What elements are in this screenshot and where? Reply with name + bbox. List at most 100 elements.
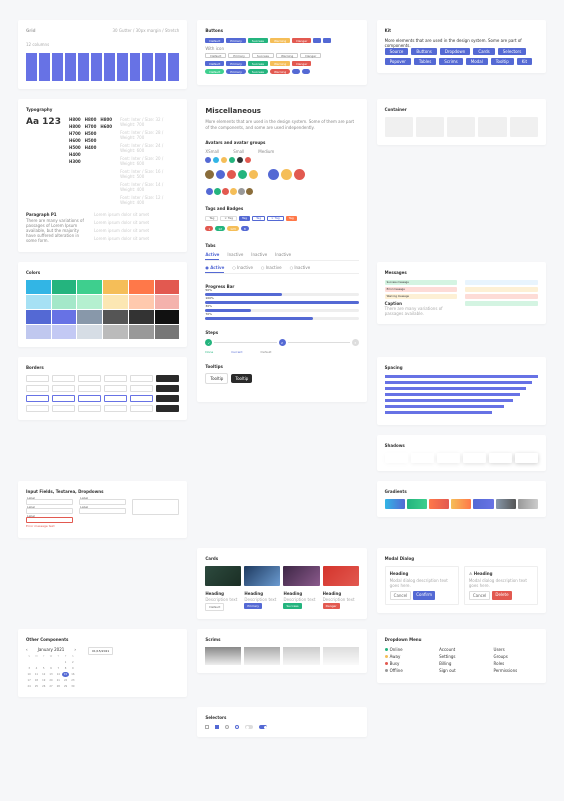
- color-swatch[interactable]: [129, 280, 154, 294]
- color-swatch[interactable]: [26, 325, 51, 339]
- button[interactable]: Primary: [228, 53, 250, 58]
- color-swatch[interactable]: [155, 310, 180, 324]
- color-swatch[interactable]: [129, 310, 154, 324]
- color-swatch[interactable]: [103, 280, 128, 294]
- card-image[interactable]: [283, 566, 319, 586]
- cal-day[interactable]: 25: [33, 684, 39, 689]
- step-dot[interactable]: ✓: [205, 339, 212, 346]
- tab[interactable]: Active: [205, 252, 219, 260]
- step-dot[interactable]: 3: [352, 339, 359, 346]
- button[interactable]: Warning: [270, 38, 290, 43]
- cal-day[interactable]: 26: [41, 684, 47, 689]
- cal-day[interactable]: 16: [70, 672, 76, 677]
- kit-chip[interactable]: Modal: [466, 58, 488, 65]
- radio-empty[interactable]: [225, 725, 229, 729]
- dropdown-item[interactable]: Sign out: [439, 668, 483, 673]
- tab[interactable]: Inactive: [275, 252, 291, 260]
- button[interactable]: [313, 38, 321, 43]
- tab[interactable]: ○ Inactive: [261, 265, 282, 273]
- date-input[interactable]: 01/15/2021: [88, 647, 113, 655]
- color-swatch[interactable]: [155, 280, 180, 294]
- kit-chip[interactable]: Scrims: [439, 58, 462, 65]
- color-swatch[interactable]: [52, 325, 77, 339]
- button[interactable]: Default: [205, 69, 224, 74]
- cal-day[interactable]: 3: [26, 666, 32, 671]
- color-swatch[interactable]: [52, 280, 77, 294]
- cal-day[interactable]: 12: [41, 672, 47, 677]
- button[interactable]: Success: [248, 61, 268, 66]
- cal-day[interactable]: [55, 660, 61, 665]
- cal-day[interactable]: 24: [26, 684, 32, 689]
- card-image[interactable]: [323, 566, 359, 586]
- dropdown-item[interactable]: Busy: [385, 661, 429, 666]
- text-input[interactable]: Label: [26, 517, 73, 523]
- cal-day[interactable]: 28: [55, 684, 61, 689]
- button[interactable]: Danger: [300, 53, 321, 58]
- color-swatch[interactable]: [129, 295, 154, 309]
- button[interactable]: Default: [205, 53, 226, 58]
- kit-chip[interactable]: Tables: [414, 58, 436, 65]
- cal-day[interactable]: [41, 660, 47, 665]
- cal-day[interactable]: 27: [48, 684, 54, 689]
- button[interactable]: Warning: [270, 61, 290, 66]
- tag[interactable]: 12: [215, 226, 225, 231]
- color-swatch[interactable]: [103, 325, 128, 339]
- button[interactable]: Primary: [226, 61, 246, 66]
- cal-day[interactable]: 14: [55, 672, 61, 677]
- kit-chip[interactable]: Tooltip: [491, 58, 514, 65]
- color-swatch[interactable]: [52, 295, 77, 309]
- kit-chip[interactable]: Buttons: [411, 48, 436, 55]
- button[interactable]: Warning: [276, 53, 298, 58]
- tag[interactable]: × Tag: [267, 216, 284, 221]
- tab[interactable]: ● Active: [205, 265, 224, 273]
- kit-chip[interactable]: Source: [385, 48, 409, 55]
- cal-day[interactable]: 2: [70, 660, 76, 665]
- tab[interactable]: Inactive: [227, 252, 243, 260]
- cal-day[interactable]: 11: [33, 672, 39, 677]
- button[interactable]: [292, 69, 300, 74]
- color-swatch[interactable]: [103, 310, 128, 324]
- cal-day[interactable]: 29: [62, 684, 68, 689]
- color-swatch[interactable]: [77, 295, 102, 309]
- tag[interactable]: 1: [205, 226, 213, 231]
- cal-day[interactable]: 5: [41, 666, 47, 671]
- kit-chip[interactable]: Dropdown: [440, 48, 470, 55]
- cal-day[interactable]: 19: [41, 678, 47, 683]
- tag[interactable]: Tag: [239, 216, 250, 221]
- color-swatch[interactable]: [155, 325, 180, 339]
- toggle-on[interactable]: [259, 725, 267, 729]
- color-swatch[interactable]: [26, 295, 51, 309]
- cal-day[interactable]: 17: [26, 678, 32, 683]
- button[interactable]: [302, 69, 310, 74]
- color-swatch[interactable]: [26, 280, 51, 294]
- tag[interactable]: 123: [227, 226, 239, 231]
- cal-day[interactable]: [26, 660, 32, 665]
- color-swatch[interactable]: [52, 310, 77, 324]
- modal-button[interactable]: Cancel: [390, 591, 412, 600]
- cal-day[interactable]: 30: [70, 684, 76, 689]
- dropdown-item[interactable]: Roles: [494, 661, 538, 666]
- color-swatch[interactable]: [129, 325, 154, 339]
- cal-day[interactable]: 8: [62, 666, 68, 671]
- button[interactable]: Primary: [226, 38, 246, 43]
- button[interactable]: [323, 38, 331, 43]
- cal-next-icon[interactable]: ›: [74, 647, 76, 652]
- checkbox-empty[interactable]: [205, 725, 209, 729]
- textarea[interactable]: [132, 499, 179, 515]
- card-image[interactable]: [244, 566, 280, 586]
- tag[interactable]: Tag: [252, 216, 265, 221]
- kit-chip[interactable]: Selectors: [498, 48, 527, 55]
- cal-day[interactable]: 21: [55, 678, 61, 683]
- cal-day[interactable]: 4: [33, 666, 39, 671]
- color-swatch[interactable]: [26, 310, 51, 324]
- color-swatch[interactable]: [77, 325, 102, 339]
- toggle-off[interactable]: [245, 725, 253, 729]
- modal-button[interactable]: Delete: [492, 591, 511, 600]
- button[interactable]: Warning: [270, 69, 290, 74]
- card-image[interactable]: [205, 566, 241, 586]
- button[interactable]: Success: [248, 38, 268, 43]
- button[interactable]: Success: [252, 53, 274, 58]
- kit-chip[interactable]: Cards: [473, 48, 494, 55]
- cal-day[interactable]: [33, 660, 39, 665]
- color-swatch[interactable]: [77, 310, 102, 324]
